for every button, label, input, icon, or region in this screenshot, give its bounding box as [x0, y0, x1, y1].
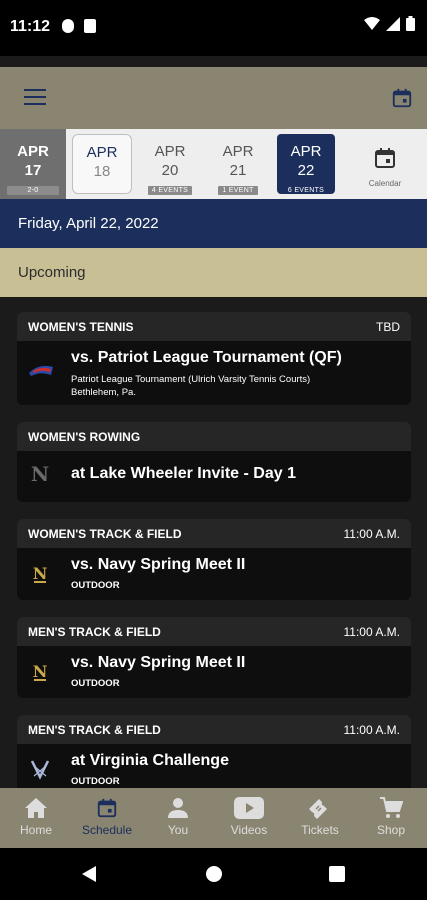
date-header: Friday, April 22, 2022 — [0, 199, 427, 248]
date-badge: 1 EVENT — [218, 186, 258, 195]
event-header: WOMEN'S ROWING — [17, 422, 411, 451]
date-apr-21[interactable]: APR 21 1 EVENT — [208, 129, 268, 199]
date-badge: 2-0 — [7, 186, 59, 195]
calendar-icon[interactable] — [391, 87, 413, 109]
section-header: Upcoming — [0, 248, 427, 297]
date-month: APR — [86, 144, 118, 161]
event-sport: MEN'S TRACK & FIELD — [28, 723, 161, 737]
date-month: APR — [222, 143, 254, 160]
status-bar: 11:12 — [0, 0, 427, 56]
calendar-label: Calendar — [368, 179, 402, 188]
person-icon — [168, 798, 188, 818]
home-button-icon[interactable] — [205, 865, 223, 883]
navy-logo-icon: N — [31, 463, 49, 485]
date-apr-20[interactable]: APR 20 4 EVENTS — [140, 129, 200, 199]
date-badge: 6 EVENTS — [287, 187, 325, 194]
app-bar — [0, 67, 427, 129]
date-day: 18 — [93, 163, 111, 180]
event-title: at Virginia Challenge — [71, 752, 229, 769]
event-list: WOMEN'S TENNIS TBD vs. Patriot League To… — [0, 297, 427, 788]
nav-tickets[interactable]: Tickets — [285, 788, 355, 848]
date-badge: 4 EVENTS — [147, 186, 193, 195]
event-sport: MEN'S TRACK & FIELD — [28, 625, 161, 639]
event-subtitle: OUTDOOR — [71, 678, 120, 689]
event-card[interactable]: WOMEN'S TENNIS TBD vs. Patriot League To… — [17, 312, 411, 405]
date-month: APR — [154, 143, 186, 160]
nav-label: You — [167, 823, 189, 837]
date-day: 17 — [24, 162, 42, 179]
home-icon — [25, 798, 47, 818]
nav-home[interactable]: Home — [1, 788, 71, 848]
bottom-nav: Home Schedule You Videos Tickets Shop — [0, 788, 427, 848]
nav-you[interactable]: You — [143, 788, 213, 848]
menu-icon[interactable] — [24, 89, 46, 107]
battery-icon — [406, 16, 415, 31]
navy-logo-icon: N — [33, 564, 48, 583]
event-header: MEN'S TRACK & FIELD 11:00 A.M. — [17, 715, 411, 744]
svg-text:N: N — [33, 564, 48, 583]
event-card[interactable]: MEN'S TRACK & FIELD 11:00 A.M. at Virgin… — [17, 715, 411, 788]
date-month: APR — [290, 143, 322, 160]
signal-icon — [386, 16, 400, 31]
ticket-icon — [309, 799, 327, 819]
team-logo-icon — [29, 365, 53, 376]
event-card[interactable]: MEN'S TRACK & FIELD 11:00 A.M. N vs. Nav… — [17, 617, 411, 698]
date-strip: APR 17 2-0 APR 18 APR 20 4 EVENTS APR 21… — [0, 129, 427, 199]
date-day: 21 — [229, 162, 247, 179]
notification-icon — [62, 19, 74, 33]
date-apr-22[interactable]: APR 22 6 EVENTS — [277, 134, 335, 194]
event-time: 11:00 A.M. — [343, 527, 400, 541]
navy-logo-icon: N — [33, 662, 48, 681]
event-header: WOMEN'S TRACK & FIELD 11:00 A.M. — [17, 519, 411, 548]
calendar-button[interactable]: Calendar — [350, 129, 420, 199]
play-icon — [234, 797, 264, 819]
calendar-icon — [375, 148, 395, 168]
section-label: Upcoming — [18, 264, 86, 281]
date-apr-18[interactable]: APR 18 — [72, 134, 132, 194]
nav-label: Tickets — [301, 823, 339, 837]
event-header: MEN'S TRACK & FIELD 11:00 A.M. — [17, 617, 411, 646]
svg-text:N: N — [33, 662, 48, 681]
nav-label: Shop — [376, 823, 406, 837]
event-time: 11:00 A.M. — [343, 723, 400, 737]
cart-icon — [380, 797, 403, 818]
sim-icon — [84, 19, 96, 33]
date-apr-17[interactable]: APR 17 2-0 — [0, 129, 66, 199]
nav-videos[interactable]: Videos — [214, 788, 284, 848]
svg-text:N: N — [31, 463, 49, 485]
status-time: 11:12 — [10, 18, 51, 35]
event-card[interactable]: WOMEN'S ROWING N at Lake Wheeler Invite … — [17, 422, 411, 502]
event-title: vs. Navy Spring Meet II — [71, 556, 246, 573]
date-day: 22 — [297, 162, 315, 179]
event-header: WOMEN'S TENNIS TBD — [17, 312, 411, 341]
event-sport: WOMEN'S TENNIS — [28, 320, 134, 334]
date-day: 20 — [161, 162, 179, 179]
calendar-icon — [97, 798, 117, 818]
event-title: vs. Navy Spring Meet II — [71, 654, 246, 671]
event-city: Bethlehem, Pa. — [71, 387, 136, 398]
nav-label: Videos — [230, 823, 268, 837]
event-time: TBD — [376, 320, 400, 334]
event-subtitle: OUTDOOR — [71, 776, 120, 787]
nav-label: Home — [19, 823, 52, 837]
event-subtitle: OUTDOOR — [71, 580, 120, 591]
event-sport: WOMEN'S TRACK & FIELD — [28, 527, 182, 541]
back-icon[interactable] — [80, 865, 98, 883]
date-month: APR — [17, 143, 49, 160]
event-location: Patriot League Tournament (Ulrich Varsit… — [71, 374, 311, 385]
nav-shop[interactable]: Shop — [356, 788, 426, 848]
event-sport: WOMEN'S ROWING — [28, 430, 141, 444]
wifi-icon — [364, 16, 380, 30]
date-header-text: Friday, April 22, 2022 — [18, 215, 159, 232]
system-nav-bar — [0, 848, 427, 900]
virginia-logo-icon — [30, 760, 50, 780]
nav-label: Schedule — [81, 823, 133, 837]
event-title: at Lake Wheeler Invite - Day 1 — [71, 465, 296, 482]
event-card[interactable]: WOMEN'S TRACK & FIELD 11:00 A.M. N vs. N… — [17, 519, 411, 600]
recents-icon[interactable] — [328, 865, 346, 883]
event-time: 11:00 A.M. — [343, 625, 400, 639]
event-title: vs. Patriot League Tournament (QF) — [71, 349, 342, 366]
nav-schedule[interactable]: Schedule — [72, 788, 142, 848]
